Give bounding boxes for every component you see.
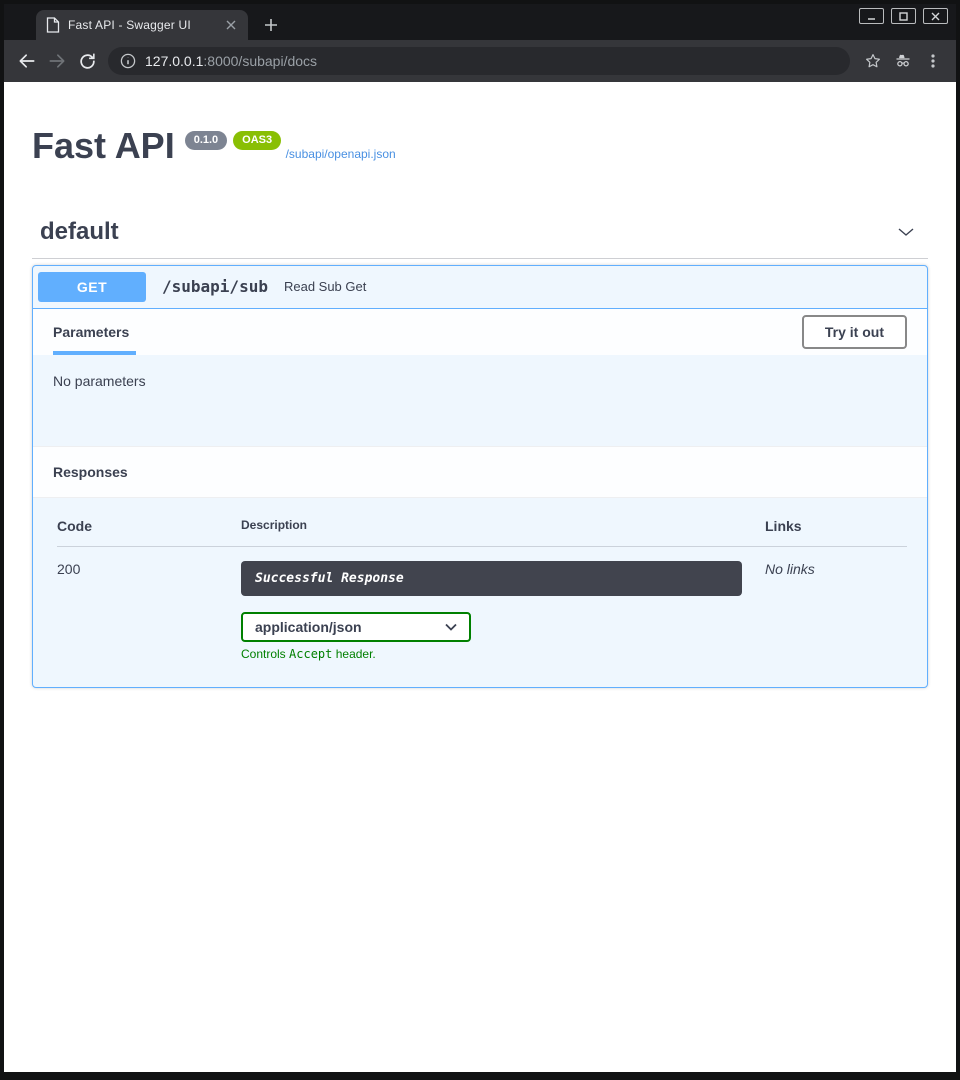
api-title-row: Fast API 0.1.0 OAS3 (32, 126, 281, 166)
bookmark-star-icon[interactable] (858, 46, 888, 76)
minimize-button[interactable] (859, 8, 884, 24)
tag-section-header[interactable]: default (32, 218, 928, 259)
browser-menu-icon[interactable] (918, 46, 948, 76)
hint-suffix: header. (332, 647, 375, 661)
responses-section-title: Responses (33, 446, 927, 498)
browser-tab[interactable]: Fast API - Swagger UI (36, 10, 248, 40)
hint-code: Accept (289, 647, 332, 661)
response-row-200: 200 Successful Response application/json (57, 547, 907, 661)
back-button[interactable] (12, 46, 42, 76)
close-window-button[interactable] (923, 8, 948, 24)
media-type-selected: application/json (255, 619, 362, 635)
media-type-select[interactable]: application/json (241, 612, 471, 642)
operation-summary: Read Sub Get (284, 279, 366, 294)
response-code: 200 (57, 561, 80, 577)
response-links: No links (765, 561, 815, 577)
hint-prefix: Controls (241, 647, 289, 661)
responses-table-header: Code Description Links (57, 518, 907, 547)
page-favicon-icon (46, 17, 60, 33)
column-header-description: Description (241, 518, 765, 534)
forward-button[interactable] (42, 46, 72, 76)
site-info-icon[interactable] (120, 53, 136, 69)
swagger-page: Fast API 0.1.0 OAS3 /subapi/openapi.json d… (4, 82, 956, 1072)
operation-path: /subapi/sub (156, 277, 274, 296)
column-header-code: Code (57, 518, 241, 534)
responses-table: Code Description Links 200 Successful Re… (33, 498, 927, 687)
browser-window: Fast API - Swagger UI (0, 0, 960, 1080)
tag-name: default (40, 218, 119, 246)
select-chevron-icon (445, 623, 457, 631)
tab-close-icon[interactable] (222, 16, 240, 34)
new-tab-button[interactable] (258, 12, 284, 38)
try-it-out-button[interactable]: Try it out (802, 315, 907, 349)
tab-parameters[interactable]: Parameters (53, 309, 136, 355)
no-parameters-message: No parameters (33, 355, 927, 446)
api-title: Fast API (32, 126, 175, 166)
version-badge: 0.1.0 (185, 131, 227, 150)
reload-button[interactable] (72, 46, 102, 76)
opblock-summary[interactable]: GET /subapi/sub Read Sub Get (33, 266, 927, 309)
accept-header-hint: Controls Accept header. (241, 647, 765, 661)
incognito-icon (888, 46, 918, 76)
maximize-button[interactable] (891, 8, 916, 24)
address-bar[interactable]: 127.0.0.1:8000/subapi/docs (108, 47, 850, 75)
response-description-box: Successful Response (241, 561, 742, 596)
column-header-links: Links (765, 518, 907, 534)
url-host: 127.0.0.1 (145, 53, 203, 69)
browser-toolbar: 127.0.0.1:8000/subapi/docs (4, 40, 956, 82)
parameters-header-bar: Parameters Try it out (33, 309, 927, 355)
url-text: 127.0.0.1:8000/subapi/docs (145, 53, 317, 69)
media-type-control: application/json Controls Accept header. (241, 612, 765, 661)
chevron-down-icon[interactable] (896, 222, 916, 242)
opblock-get: GET /subapi/sub Read Sub Get Parameters … (32, 265, 928, 688)
api-info: Fast API 0.1.0 OAS3 /subapi/openapi.json (32, 126, 928, 166)
method-badge: GET (38, 272, 146, 302)
window-controls (859, 8, 948, 24)
url-rest: :8000/subapi/docs (203, 53, 317, 69)
tab-title: Fast API - Swagger UI (68, 18, 214, 32)
oas3-badge: OAS3 (233, 131, 281, 150)
openapi-spec-link[interactable]: /subapi/openapi.json (286, 147, 396, 161)
browser-titlebar: Fast API - Swagger UI (4, 4, 956, 40)
